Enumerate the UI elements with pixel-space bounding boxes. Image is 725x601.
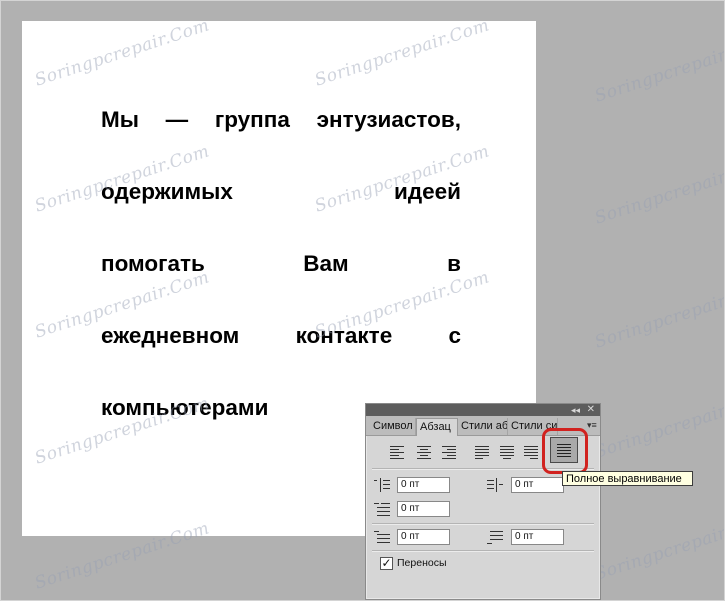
align-center-icon[interactable]	[417, 445, 431, 459]
indent-first-line-field[interactable]: 0 пт	[397, 501, 450, 517]
tab-paragraph[interactable]: Абзац	[416, 418, 458, 436]
panel-header[interactable]: ◂◂ ✕	[366, 404, 600, 416]
align-right-icon[interactable]	[442, 445, 456, 459]
collapse-icon[interactable]: ◂◂	[571, 404, 580, 416]
space-before-icon	[374, 530, 390, 544]
word: Вам	[303, 251, 349, 276]
justify-last-right-icon[interactable]	[524, 445, 538, 459]
align-left-icon[interactable]	[390, 445, 404, 459]
watermark: Soringpcrepair.Com	[592, 277, 725, 353]
justify-last-left-icon[interactable]	[475, 445, 489, 459]
justify-last-center-icon[interactable]	[500, 445, 514, 459]
space-after-field[interactable]: 0 пт	[511, 529, 564, 545]
word: в	[447, 251, 461, 276]
text-line-3: помогать Вам в	[101, 249, 461, 279]
hyphenation-label: Переносы	[397, 557, 447, 569]
space-before-field[interactable]: 0 пт	[397, 529, 450, 545]
divider	[372, 550, 594, 552]
indent-right-field[interactable]: 0 пт	[511, 477, 564, 493]
word: ежедневном	[101, 323, 240, 348]
indent-left-icon	[374, 478, 390, 492]
watermark: Soringpcrepair.Com	[592, 509, 725, 585]
justify-all-button[interactable]	[550, 437, 578, 463]
indent-left-field[interactable]: 0 пт	[397, 477, 450, 493]
word: Мы	[101, 107, 139, 132]
panel-menu-icon[interactable]: ▾≡	[587, 420, 597, 430]
watermark: Soringpcrepair.Com	[592, 153, 725, 229]
workspace: Мы — группа энтузиастов, одержимых идеей…	[0, 0, 725, 601]
word: —	[165, 107, 189, 132]
tab-paragraph-styles[interactable]: Стили аб	[458, 418, 508, 435]
hyphenation-checkbox[interactable]: ✓	[380, 557, 393, 570]
divider	[372, 523, 594, 525]
text-line-1: Мы — группа энтузиастов,	[101, 105, 461, 135]
close-icon[interactable]: ✕	[587, 404, 595, 416]
tooltip: Полное выравнивание	[562, 471, 693, 486]
watermark: Soringpcrepair.Com	[592, 387, 725, 463]
word: группа	[214, 107, 290, 132]
text-line-4: ежедневном контакте с	[101, 321, 461, 351]
indent-right-icon	[487, 478, 503, 492]
watermark: Soringpcrepair.Com	[592, 31, 725, 107]
word: энтузиастов,	[316, 107, 461, 132]
tab-character[interactable]: Символ	[370, 418, 416, 435]
indent-first-line-icon	[374, 502, 390, 516]
space-after-icon	[487, 530, 503, 544]
word: с	[448, 323, 461, 348]
